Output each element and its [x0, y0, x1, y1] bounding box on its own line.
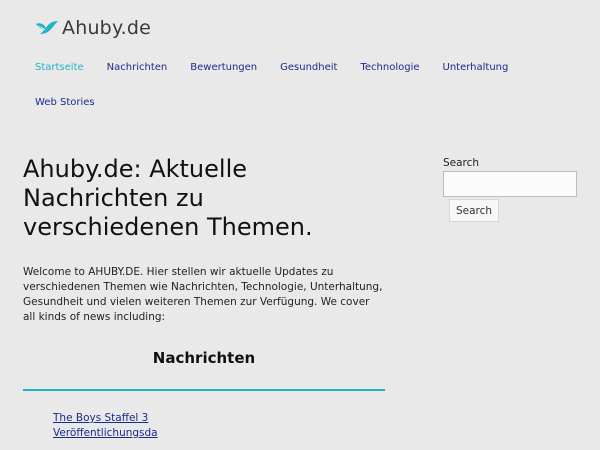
sidebar: Search Search: [443, 157, 577, 222]
main-navigation: Startseite Nachrichten Bewertungen Gesun…: [35, 50, 575, 120]
nav-item-bewertungen[interactable]: Bewertungen: [190, 62, 257, 73]
main-content: Ahuby.de: Aktuelle Nachrichten zu versch…: [23, 155, 385, 441]
page: Ahuby.de Startseite Nachrichten Bewertun…: [0, 0, 600, 450]
section-divider: [23, 389, 385, 391]
nav-item-technologie[interactable]: Technologie: [360, 62, 419, 73]
nav-item-nachrichten[interactable]: Nachrichten: [107, 62, 168, 73]
site-logo[interactable]: Ahuby.de: [34, 16, 151, 40]
nav-row-1: Startseite Nachrichten Bewertungen Gesun…: [35, 50, 575, 85]
logo-text: Ahuby.de: [62, 17, 152, 39]
nav-item-gesundheit[interactable]: Gesundheit: [280, 62, 337, 73]
nav-item-unterhaltung[interactable]: Unterhaltung: [443, 62, 509, 73]
nav-item-startseite[interactable]: Startseite: [35, 62, 84, 73]
search-label: Search: [443, 157, 480, 169]
page-title: Ahuby.de: Aktuelle Nachrichten zu versch…: [23, 155, 313, 241]
article-link[interactable]: The Boys Staffel 3: [53, 411, 385, 426]
bird-logo-icon: [36, 21, 58, 34]
nav-row-2: Web Stories: [35, 85, 575, 120]
article-list: The Boys Staffel 3 Veröffentlichungsda: [23, 411, 385, 441]
search-button[interactable]: Search: [449, 199, 500, 222]
intro-paragraph: Welcome to AHUBY.DE. Hier stellen wir ak…: [23, 266, 383, 323]
nav-item-web-stories[interactable]: Web Stories: [35, 97, 95, 108]
section-heading-nachrichten: Nachrichten: [152, 349, 256, 367]
search-input[interactable]: [443, 171, 577, 197]
article-link[interactable]: Veröffentlichungsda: [53, 426, 385, 441]
